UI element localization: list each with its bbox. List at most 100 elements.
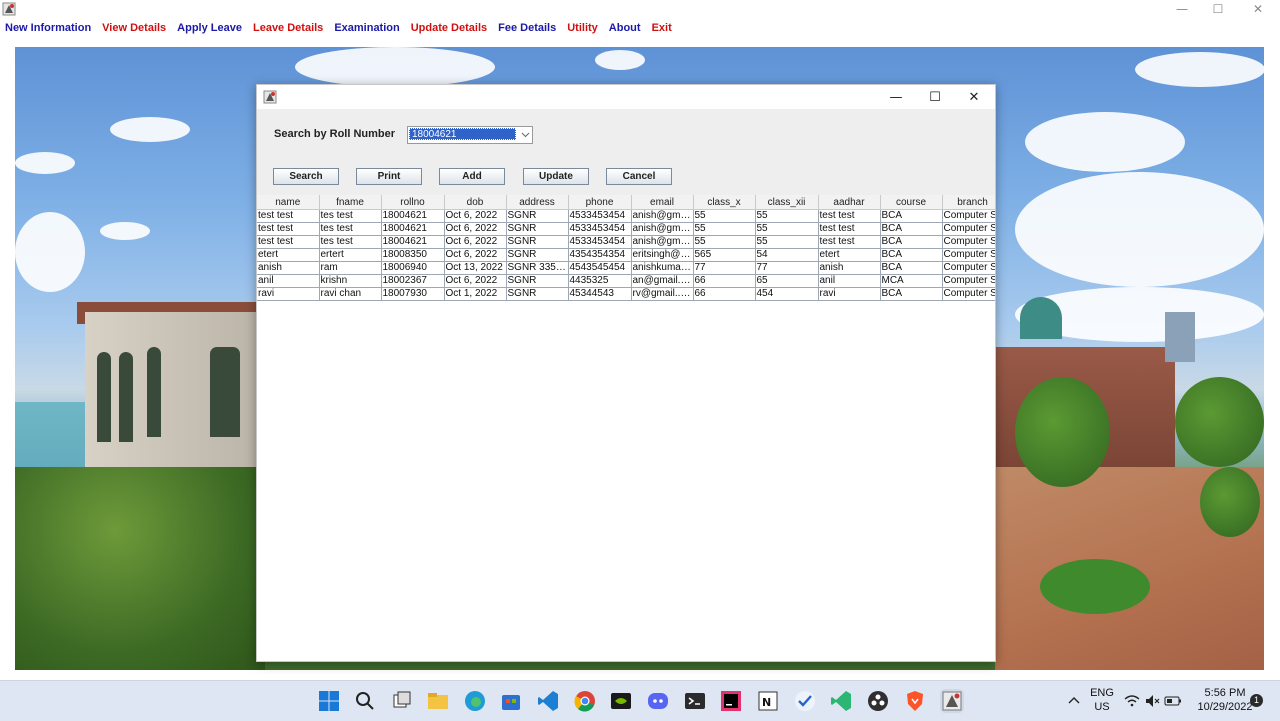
table-cell-course[interactable]: BCA [880, 287, 943, 301]
table-cell-dob[interactable]: Oct 6, 2022 [444, 235, 507, 249]
column-header-class-xii[interactable]: class_xii [755, 195, 819, 210]
minimize-button[interactable]: — [1164, 0, 1200, 18]
table-cell-address[interactable]: SGNR [506, 209, 569, 223]
terminal-icon[interactable] [683, 689, 707, 713]
dialog-maximize-button[interactable]: ☐ [916, 85, 954, 109]
table-cell-branch[interactable]: Computer S [942, 261, 995, 275]
battery-icon[interactable] [1164, 689, 1182, 713]
table-cell-dob[interactable]: Oct 6, 2022 [444, 248, 507, 262]
table-cell-name[interactable]: test test [257, 222, 320, 236]
table-cell-email[interactable]: anish@gmai... [631, 222, 694, 236]
menu-utility[interactable]: Utility [567, 22, 598, 34]
table-cell-fname[interactable]: ravi chan [319, 287, 382, 301]
discord-icon[interactable] [646, 689, 670, 713]
table-cell-class-xii[interactable]: 454 [755, 287, 819, 301]
table-cell-class-xii[interactable]: 55 [755, 209, 819, 223]
table-row[interactable]: anish ram 18006940 Oct 13, 2022 SGNR 3350...… [257, 261, 995, 275]
chrome-icon[interactable] [573, 689, 597, 713]
table-cell-aadhar[interactable]: test test [818, 222, 881, 236]
table-cell-aadhar[interactable]: etert [818, 248, 881, 262]
table-cell-phone[interactable]: 4435325 [568, 274, 632, 288]
menu-exit[interactable]: Exit [652, 22, 672, 34]
menu-fee-details[interactable]: Fee Details [498, 22, 556, 34]
visual-studio-icon[interactable] [829, 689, 853, 713]
table-cell-course[interactable]: BCA [880, 209, 943, 223]
column-header-email[interactable]: email [631, 195, 694, 210]
table-cell-dob[interactable]: Oct 1, 2022 [444, 287, 507, 301]
table-row[interactable]: test test tes test 18004621 Oct 6, 2022 SGNR… [257, 209, 995, 223]
notepad-icon[interactable]: N [756, 689, 780, 713]
close-button[interactable]: ✕ [1240, 0, 1276, 18]
table-cell-fname[interactable]: krishn [319, 274, 382, 288]
table-cell-address[interactable]: SGNR 3350... [506, 261, 569, 275]
add-button[interactable]: Add [439, 168, 505, 185]
table-cell-course[interactable]: MCA [880, 274, 943, 288]
update-button[interactable]: Update [523, 168, 589, 185]
table-cell-course[interactable]: BCA [880, 222, 943, 236]
maximize-button[interactable]: ☐ [1200, 0, 1236, 18]
table-row[interactable]: ravi ravi chan 18007930 Oct 1, 2022 SGNR 4534… [257, 287, 995, 301]
search-icon[interactable] [353, 689, 377, 713]
cancel-button[interactable]: Cancel [606, 168, 672, 185]
table-cell-aadhar[interactable]: anish [818, 261, 881, 275]
table-cell-class-x[interactable]: 77 [693, 261, 756, 275]
column-header-branch[interactable]: branch [942, 195, 995, 210]
column-header-class-x[interactable]: class_x [693, 195, 756, 210]
table-cell-address[interactable]: SGNR [506, 287, 569, 301]
table-row[interactable]: test test tes test 18004621 Oct 6, 2022 SGNR… [257, 235, 995, 249]
table-cell-branch[interactable]: Computer S [942, 248, 995, 262]
table-cell-email[interactable]: anish@gmai... [631, 235, 694, 249]
table-cell-address[interactable]: SGNR [506, 274, 569, 288]
table-cell-class-x[interactable]: 565 [693, 248, 756, 262]
brave-icon[interactable] [903, 689, 927, 713]
table-cell-course[interactable]: BCA [880, 248, 943, 262]
column-header-phone[interactable]: phone [568, 195, 632, 210]
todo-icon[interactable] [793, 689, 817, 713]
table-cell-name[interactable]: ravi [257, 287, 320, 301]
table-cell-class-xii[interactable]: 54 [755, 248, 819, 262]
menu-update-details[interactable]: Update Details [411, 22, 487, 34]
table-cell-email[interactable]: an@gmail.c... [631, 274, 694, 288]
table-cell-fname[interactable]: tes test [319, 222, 382, 236]
menu-apply-leave[interactable]: Apply Leave [177, 22, 242, 34]
table-cell-class-x[interactable]: 55 [693, 235, 756, 249]
file-explorer-icon[interactable] [426, 689, 450, 713]
menu-about[interactable]: About [609, 22, 641, 34]
table-cell-fname[interactable]: ertert [319, 248, 382, 262]
table-cell-course[interactable]: BCA [880, 235, 943, 249]
store-icon[interactable] [499, 689, 523, 713]
language-indicator-top[interactable]: ENG [1088, 687, 1116, 699]
table-cell-dob[interactable]: Oct 6, 2022 [444, 222, 507, 236]
edge-browser-icon[interactable] [463, 689, 487, 713]
table-cell-fname[interactable]: tes test [319, 235, 382, 249]
search-button[interactable]: Search [273, 168, 339, 185]
menu-new-information[interactable]: New Information [5, 22, 91, 34]
table-cell-email[interactable]: eritsingh@g... [631, 248, 694, 262]
table-row[interactable]: anil krishn 18002367 Oct 6, 2022 SGNR 4435325… [257, 274, 995, 288]
table-cell-dob[interactable]: Oct 6, 2022 [444, 274, 507, 288]
chevron-up-icon[interactable] [1066, 689, 1082, 713]
intellij-icon[interactable] [719, 689, 743, 713]
table-cell-rollno[interactable]: 18004621 [381, 235, 445, 249]
table-cell-name[interactable]: anil [257, 274, 320, 288]
table-cell-fname[interactable]: ram [319, 261, 382, 275]
table-cell-address[interactable]: SGNR [506, 248, 569, 262]
table-cell-dob[interactable]: Oct 6, 2022 [444, 209, 507, 223]
table-cell-class-x[interactable]: 66 [693, 287, 756, 301]
task-view-icon[interactable] [390, 689, 414, 713]
vscode-icon[interactable] [536, 689, 560, 713]
table-cell-rollno[interactable]: 18004621 [381, 209, 445, 223]
menu-view-details[interactable]: View Details [102, 22, 166, 34]
table-cell-email[interactable]: anishkumar... [631, 261, 694, 275]
table-cell-class-xii[interactable]: 65 [755, 274, 819, 288]
roll-number-dropdown[interactable]: 18004621 [407, 126, 533, 144]
table-cell-branch[interactable]: Computer S [942, 209, 995, 223]
print-button[interactable]: Print [356, 168, 422, 185]
nvidia-icon[interactable] [609, 689, 633, 713]
table-cell-address[interactable]: SGNR [506, 235, 569, 249]
table-row[interactable]: test test tes test 18004621 Oct 6, 2022 SGNR… [257, 222, 995, 236]
table-cell-course[interactable]: BCA [880, 261, 943, 275]
dialog-close-button[interactable]: ✕ [955, 85, 993, 109]
wifi-icon[interactable] [1124, 689, 1140, 713]
language-indicator-bottom[interactable]: US [1088, 701, 1116, 713]
